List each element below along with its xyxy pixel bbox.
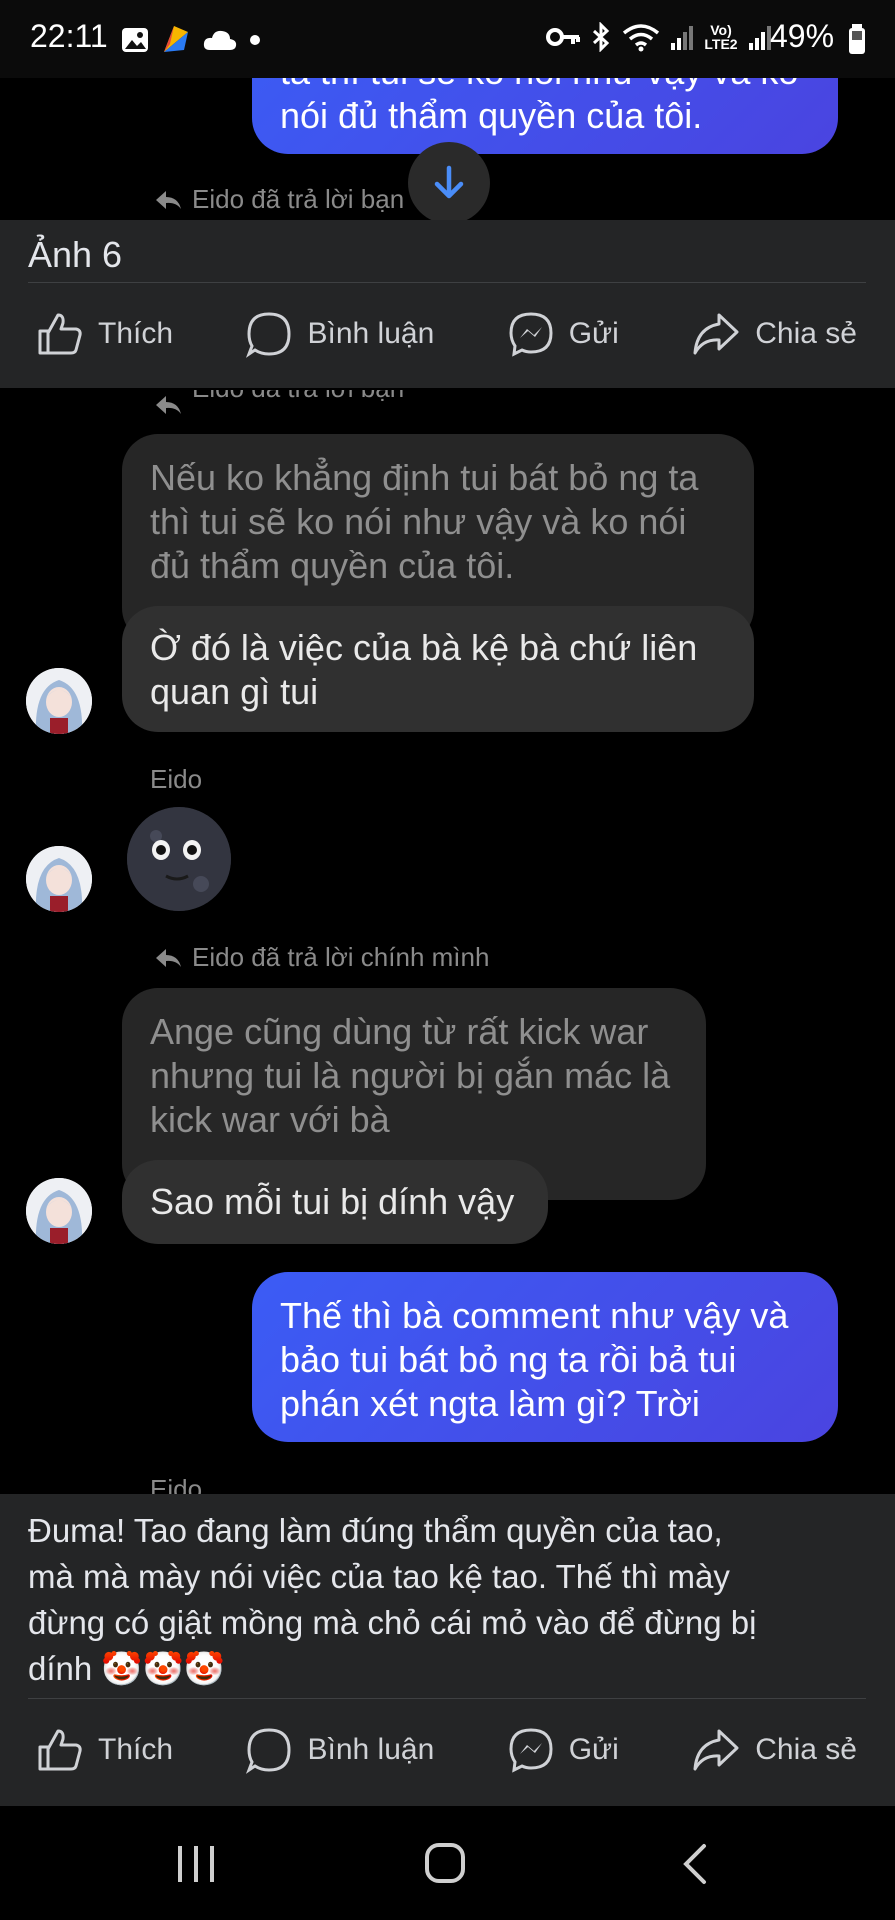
caption-line: Đuma! Tao đang làm đúng thẩm quyền của t… [28,1512,723,1549]
clown-emoji: 🤡🤡🤡 [101,1650,225,1687]
app-logo-icon [164,26,188,52]
home-icon[interactable] [424,1842,466,1884]
avatar[interactable] [26,668,92,734]
anime-avatar-icon [26,668,92,734]
action-bar: Thích Bình luận Gửi Chia sẻ [0,284,895,384]
system-navigation-bar [0,1806,895,1920]
messenger-icon [509,1728,553,1773]
incoming-message-1[interactable]: Ờ đó là việc của bà kệ bà chứ liên quan … [122,606,754,732]
system-icons: Vo) LTE2 [546,22,772,52]
share-icon [693,313,739,355]
message-line: quan gì tui [150,671,319,712]
action-bar-bottom: Thích Bình luận Gửi Chia sẻ [0,1700,895,1800]
reply-hint-top: Eido đã trả lời bạn [154,184,404,215]
arrow-down-icon [434,165,464,199]
quoted-line: Nếu ko khẳng định tui bát bỏ ng ta [150,457,699,498]
reply-arrow-icon [156,396,181,414]
spacer [0,388,895,400]
battery-percent: 49% [770,18,835,54]
signal-2-icon [749,26,771,50]
sender-name-partial: Eido [150,1474,203,1494]
message-line: bảo tui bát bỏ ng ta rồi bả tui [280,1339,737,1380]
moon-sticker[interactable] [126,806,232,912]
anime-avatar-icon [26,846,92,912]
scroll-to-bottom-button[interactable] [408,142,490,224]
quoted-line: Ange cũng dùng từ rất kick war [150,1011,649,1052]
recent-apps-icon[interactable] [174,1844,218,1884]
thumbs-up-icon [38,313,82,355]
message-line: nói đủ thẩm quyền của tôi. [280,95,703,136]
caption-panel: Đuma! Tao đang làm đúng thẩm quyền của t… [0,1494,895,1806]
message-line: phán xét ngta làm gì? Trời [280,1383,700,1424]
send-button[interactable]: Gửi [507,310,619,358]
like-label: Thích [98,1733,174,1766]
quoted-line: đủ thẩm quyền của tôi. [150,545,515,586]
wifi-icon [622,24,660,52]
signal-icon [671,26,693,50]
comment-button[interactable]: Bình luận [245,1726,434,1774]
moon-face-icon [127,807,231,911]
quoted-line: kick war với bà [150,1099,390,1140]
caption-line: dính [28,1650,93,1687]
thumbs-up-icon [38,1729,82,1771]
quoted-line: nhưng tui là người bị gắn mác là [150,1055,671,1096]
message-line: Ờ đó là việc của bà kệ bà chứ liên [150,627,698,668]
send-label: Gửi [568,317,619,350]
reply-arrow-icon [156,948,181,967]
caption-text: Đuma! Tao đang làm đúng thẩm quyền của t… [28,1508,878,1692]
reply-hint-text: Eido đã trả lời bạn [192,184,405,214]
send-button[interactable]: Gửi [507,1726,619,1774]
quoted-line: thì tui sẽ ko nói như vậy và ko nói [150,501,687,542]
messenger-icon [509,312,553,357]
message-line: Sao mỗi tui bị dính vậy [150,1181,515,1222]
share-label: Chia sẻ [755,317,857,350]
anime-avatar-icon [26,1178,92,1244]
reply-hint-text: Eido đã trả lời chính mình [192,942,490,972]
outgoing-message[interactable]: Thế thì bà comment như vậy và bảo tui bá… [252,1272,838,1442]
comment-label: Bình luận [307,1733,435,1766]
reply-arrow-icon [156,190,181,209]
caption-line: đừng có giật mồng mà chỏ cái mỏ vào để đ… [28,1604,757,1641]
message-line: Thế thì bà comment như vậy và [280,1295,789,1336]
back-icon[interactable] [680,1842,710,1886]
reply-hint-text: Eido đã trả lời bạn [192,390,404,404]
comment-label: Bình luận [307,317,435,350]
reply-hint-2: Eido đã trả lời chính mình [154,942,489,973]
comment-icon [246,1728,291,1774]
avatar[interactable] [26,1178,92,1244]
battery-icon [849,24,865,54]
notification-icons [120,24,262,56]
incoming-message-2[interactable]: Sao mỗi tui bị dính vậy [122,1160,548,1244]
comment-button[interactable]: Bình luận [245,310,434,358]
share-label: Chia sẻ [755,1733,857,1766]
divider [28,282,866,283]
divider [28,1698,866,1699]
like-label: Thích [98,317,174,350]
status-bar: 22:11 Vo) LTE2 49% [0,0,895,78]
key-icon [546,28,580,46]
avatar[interactable] [26,846,92,912]
bluetooth-icon [592,22,610,52]
send-label: Gửi [568,1733,619,1766]
photo-title: Ảnh 6 [28,234,123,275]
comment-icon [246,312,291,358]
gallery-icon [122,28,148,52]
share-button[interactable]: Chia sẻ [691,311,857,357]
share-icon [693,1729,739,1771]
share-button[interactable]: Chia sẻ [691,1727,857,1773]
network-label: Vo) LTE2 [704,22,738,52]
reply-hint-1: Eido đã trả lời bạn [154,390,404,416]
like-button[interactable]: Thích [36,311,173,357]
dot-icon [250,35,260,45]
sender-name: Eido [150,764,203,794]
status-time: 22:11 [30,18,108,54]
caption-line: mà mà mày nói việc của tao kệ tao. Thế t… [28,1558,730,1595]
photo-info-panel: Ảnh 6 Thích Bình luận Gửi Chia sẻ [0,220,895,388]
like-button[interactable]: Thích [36,1727,173,1773]
cloud-icon [203,30,237,50]
